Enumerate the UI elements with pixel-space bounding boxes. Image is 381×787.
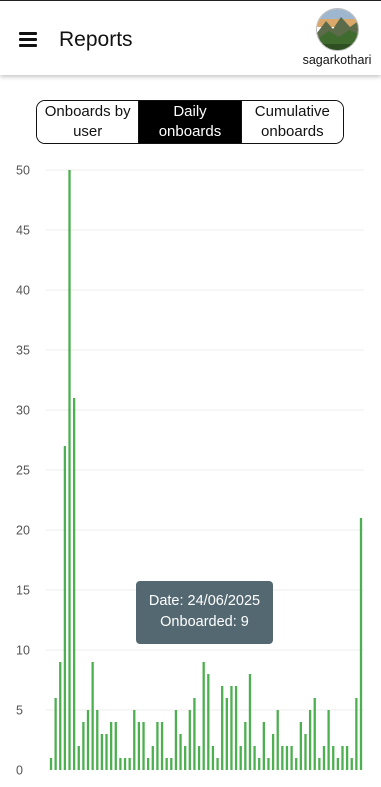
bar[interactable] xyxy=(234,686,238,770)
bar[interactable] xyxy=(49,758,53,770)
bar[interactable] xyxy=(142,722,145,770)
bar[interactable] xyxy=(221,686,224,770)
bar[interactable] xyxy=(100,734,104,770)
bar[interactable] xyxy=(188,710,191,770)
bar[interactable] xyxy=(318,758,321,770)
y-tick-label: 35 xyxy=(16,344,30,358)
bar[interactable] xyxy=(355,698,358,770)
bar[interactable] xyxy=(276,710,279,770)
tab-onboards-by-user[interactable]: Onboards by user xyxy=(37,101,139,143)
bar[interactable] xyxy=(96,710,99,770)
bar[interactable] xyxy=(160,722,164,770)
y-tick-label: 10 xyxy=(16,644,30,658)
bar[interactable] xyxy=(345,746,349,770)
bar[interactable] xyxy=(86,710,90,770)
tooltip-count: Onboarded: 9 xyxy=(160,614,249,630)
bar[interactable] xyxy=(91,662,94,770)
bar[interactable] xyxy=(332,746,335,770)
daily-onboards-chart: 0 5 10 15 20 25 30 35 40 45 50 xyxy=(16,164,364,778)
bar[interactable] xyxy=(267,758,270,770)
bar[interactable] xyxy=(184,746,187,770)
bar[interactable] xyxy=(170,758,173,770)
bar[interactable] xyxy=(137,722,141,770)
y-tick-label: 5 xyxy=(16,704,23,718)
y-tick-label: 25 xyxy=(16,464,30,478)
y-tick-label: 40 xyxy=(16,284,30,298)
avatar-image xyxy=(316,9,358,50)
bar[interactable] xyxy=(322,746,326,770)
bar[interactable] xyxy=(72,398,76,770)
bar[interactable] xyxy=(248,674,252,770)
bar[interactable] xyxy=(295,758,298,770)
tab-cumulative-onboards[interactable]: Cumulative onboards xyxy=(240,101,343,143)
bar[interactable] xyxy=(105,734,108,770)
tab-daily-onboards[interactable]: Daily onboards xyxy=(138,101,241,143)
bar[interactable] xyxy=(123,758,127,770)
bar[interactable] xyxy=(304,734,307,770)
y-tick-label: 45 xyxy=(16,224,30,238)
page-title: Reports xyxy=(59,28,133,51)
bar[interactable] xyxy=(253,746,256,770)
bar[interactable] xyxy=(216,758,219,770)
bar[interactable] xyxy=(133,710,136,770)
bar[interactable] xyxy=(271,734,275,770)
bar[interactable] xyxy=(59,662,62,770)
y-tick-label: 30 xyxy=(16,404,30,418)
app-bar: Reports sagarkothari xyxy=(0,0,381,75)
bar[interactable] xyxy=(239,746,242,770)
bar[interactable] xyxy=(313,698,316,770)
bar[interactable] xyxy=(82,722,85,770)
bar[interactable] xyxy=(174,710,178,770)
bar[interactable] xyxy=(207,674,210,770)
bar[interactable] xyxy=(281,746,284,770)
y-tick-label: 0 xyxy=(16,764,23,778)
bar[interactable] xyxy=(244,722,247,770)
bar[interactable] xyxy=(147,758,150,770)
bar[interactable] xyxy=(327,710,330,770)
tooltip-date: Date: 24/06/2025 xyxy=(148,593,261,609)
bar[interactable] xyxy=(225,698,228,770)
bar[interactable] xyxy=(197,746,201,770)
bar[interactable] xyxy=(285,746,289,770)
bar[interactable] xyxy=(54,698,57,770)
bar-tooltip: Date: 24/06/2025 Onboarded: 9 xyxy=(136,581,273,644)
bar[interactable] xyxy=(341,746,344,770)
report-type-tabs: Onboards by user Daily onboards Cumulati… xyxy=(36,100,344,144)
bar[interactable] xyxy=(110,722,113,770)
bar[interactable] xyxy=(230,686,233,770)
bar[interactable] xyxy=(77,746,80,770)
y-tick-label: 15 xyxy=(16,584,30,598)
bar[interactable] xyxy=(308,710,312,770)
bar[interactable] xyxy=(193,698,196,770)
y-tick-label: 50 xyxy=(16,164,30,178)
bar[interactable] xyxy=(336,758,340,770)
username-label: sagarkothari xyxy=(302,53,372,67)
bar[interactable] xyxy=(359,518,363,770)
user-profile[interactable]: sagarkothari xyxy=(298,8,376,67)
bar[interactable] xyxy=(202,662,205,770)
bar[interactable] xyxy=(114,722,117,770)
bar[interactable] xyxy=(128,758,131,770)
bar[interactable] xyxy=(119,758,122,770)
bar[interactable] xyxy=(290,746,293,770)
avatar[interactable] xyxy=(315,8,359,51)
bar[interactable] xyxy=(262,722,265,770)
y-tick-label: 20 xyxy=(16,524,30,538)
bar[interactable] xyxy=(258,758,261,770)
bar[interactable] xyxy=(299,722,302,770)
bar[interactable] xyxy=(68,170,71,770)
hamburger-menu-icon[interactable] xyxy=(17,30,39,48)
bar[interactable] xyxy=(156,722,159,770)
bar[interactable] xyxy=(211,746,215,770)
bar[interactable] xyxy=(350,758,353,770)
bar[interactable] xyxy=(165,758,168,770)
bar[interactable] xyxy=(63,446,67,770)
bar[interactable] xyxy=(179,734,182,770)
bar[interactable] xyxy=(151,746,154,770)
